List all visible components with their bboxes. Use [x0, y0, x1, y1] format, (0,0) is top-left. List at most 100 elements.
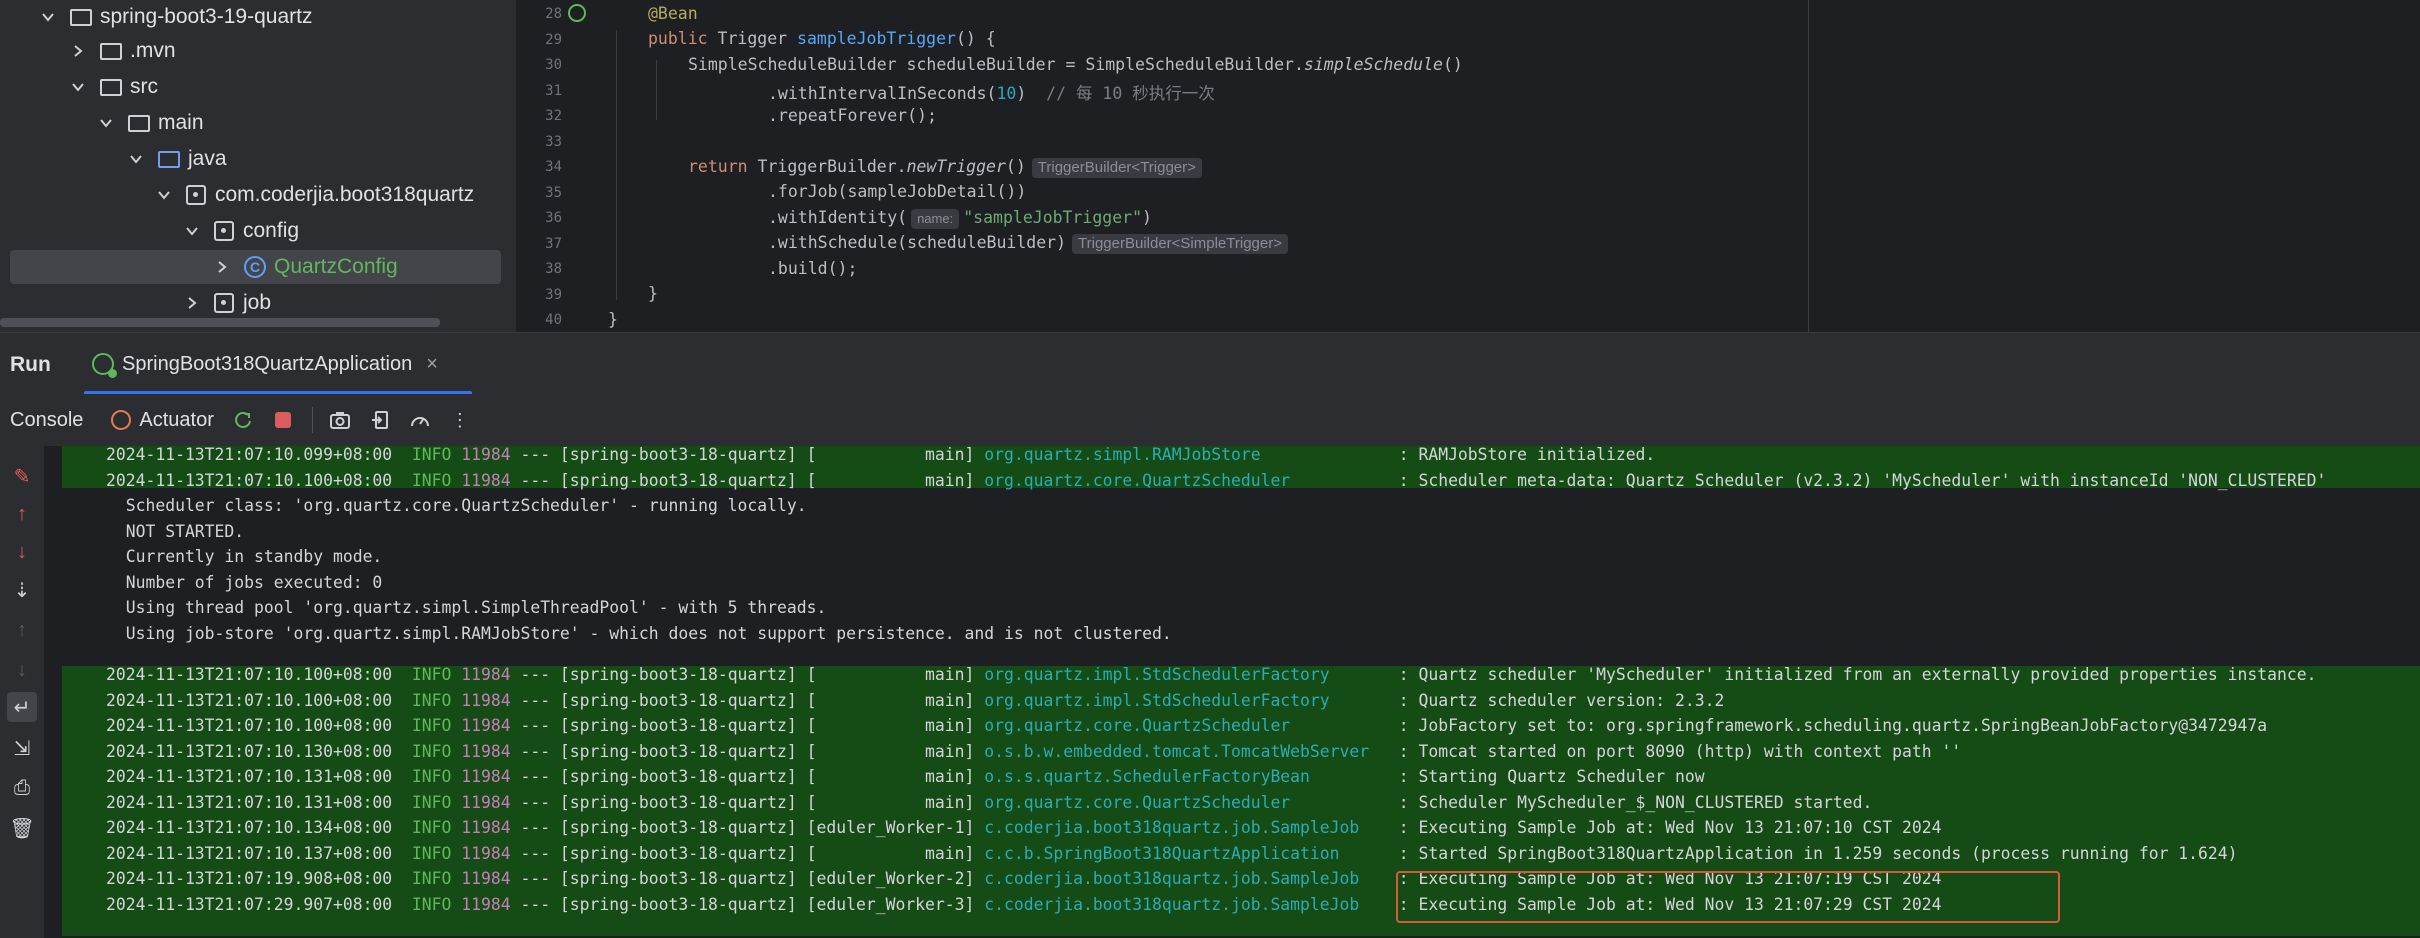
log-timestamp: 2024-11-13T21:07:10.100+08:00: [106, 716, 393, 735]
log-thread: --- [spring-boot3-18-quartz] [ main]: [510, 741, 985, 761]
log-timestamp: 2024-11-13T21:07:10.131+08:00: [106, 792, 393, 812]
chevron-down-icon[interactable]: [184, 223, 200, 239]
print-icon[interactable]: ⎙: [10, 776, 34, 800]
log-thread: --- [spring-boot3-18-quartz] [eduler_Wor…: [510, 818, 985, 837]
log-level: INFO: [392, 843, 462, 863]
close-icon[interactable]: ×: [426, 353, 438, 376]
profiler-icon[interactable]: [409, 409, 431, 431]
code-token: SimpleScheduleBuilder scheduleBuilder = …: [688, 55, 1304, 74]
log-timestamp: 2024-11-13T21:07:19.908+08:00: [106, 869, 393, 888]
code-line: .withIntervalInSeconds(10) // 每 10 秒执行一次: [768, 80, 1215, 104]
more-options-icon[interactable]: ⋮: [449, 409, 471, 431]
chevron-right-icon[interactable]: [214, 259, 230, 275]
chevron-right-icon[interactable]: [70, 43, 86, 59]
actuator-tab[interactable]: Actuator: [111, 409, 214, 432]
log-thread: --- [spring-boot3-18-quartz] [ main]: [510, 792, 985, 812]
chevron-down-icon[interactable]: [40, 9, 56, 25]
log-message: : Quartz scheduler version: 2.3.2: [1388, 690, 1725, 710]
log-thread: --- [spring-boot3-18-quartz] [ main]: [510, 446, 985, 464]
tree-item-mvn[interactable]: .mvn: [70, 34, 176, 68]
tree-item-main[interactable]: main: [98, 106, 204, 140]
chevron-right-icon[interactable]: [184, 295, 200, 311]
scroll-to-end-icon[interactable]: ⇲: [10, 736, 34, 760]
log-pid: 11984: [461, 716, 511, 735]
log-line: Using thread pool 'org.quartz.simpl.Simp…: [106, 598, 827, 617]
indent-guide: [656, 60, 657, 120]
code-token: ): [1016, 84, 1047, 103]
log-message: : Started SpringBoot318QuartzApplication…: [1388, 843, 2238, 863]
tree-item-java[interactable]: java: [128, 142, 227, 176]
run-config-tab[interactable]: SpringBoot318QuartzApplication ×: [84, 333, 472, 395]
console-tab[interactable]: Console: [10, 409, 83, 432]
log-thread: --- [spring-boot3-18-quartz] [ main]: [510, 843, 985, 863]
console-side-toolbar: ✎ ↑ ↓ ⇣ ↑ ↓ ↵ ⇲ ⎙ 🗑: [0, 446, 44, 938]
scroll-down-icon[interactable]: ↓: [10, 658, 34, 682]
tree-item-label: QuartzConfig: [274, 255, 398, 278]
log-pid: 11984: [461, 741, 511, 761]
tree-item-module[interactable]: spring-boot3-19-quartz: [40, 0, 312, 34]
trash-icon[interactable]: 🗑: [9, 816, 34, 840]
log-message: : Executing Sample Job at: Wed Nov 13 21…: [1388, 818, 1942, 837]
code-editor[interactable]: 28 29 30 31 32 33 34 35 36 37 38 39 40 @…: [516, 0, 2420, 332]
log-level: INFO: [392, 869, 462, 888]
code-token: .withIntervalInSeconds(: [768, 84, 997, 103]
arrow-down-icon[interactable]: ↓: [10, 540, 34, 564]
log-line: 2024-11-13T21:07:10.131+08:00 INFO 11984…: [106, 764, 1705, 789]
code-token: return: [688, 157, 748, 176]
rerun-icon[interactable]: [232, 409, 254, 431]
camera-icon[interactable]: [329, 409, 351, 431]
chevron-down-icon[interactable]: [98, 115, 114, 131]
soft-wrap-icon[interactable]: ↵: [7, 692, 37, 722]
tree-item-package-root[interactable]: com.coderjia.boot318quartz: [156, 178, 474, 212]
log-line: 2024-11-13T21:07:10.100+08:00 INFO 11984…: [106, 713, 2267, 738]
log-logger: org.quartz.core.QuartzScheduler: [984, 470, 1389, 490]
chevron-down-icon[interactable]: [156, 187, 172, 203]
clear-all-icon[interactable]: ✎: [10, 464, 34, 488]
log-pid: 11984: [461, 446, 511, 464]
log-pid: 11984: [461, 894, 511, 914]
toolbar-separator: [311, 407, 313, 433]
tree-item-src[interactable]: src: [70, 70, 158, 104]
spring-boot-run-icon: [92, 353, 117, 378]
sort-icon[interactable]: ⇣: [10, 578, 34, 602]
line-number: 28: [545, 6, 562, 22]
log-level: INFO: [392, 792, 462, 812]
chevron-down-icon[interactable]: [128, 151, 144, 167]
horizontal-scrollbar[interactable]: [0, 318, 440, 327]
log-logger: org.quartz.simpl.RAMJobStore: [984, 446, 1389, 464]
log-line: 2024-11-13T21:07:10.100+08:00 INFO 11984…: [106, 662, 2316, 687]
tree-item-quartzconfig[interactable]: C QuartzConfig: [10, 250, 501, 284]
log-logger: org.quartz.impl.StdSchedulerFactory: [984, 665, 1389, 684]
line-number: 30: [545, 57, 562, 73]
log-line: 2024-11-13T21:07:10.130+08:00 INFO 11984…: [106, 739, 1961, 764]
log-logger: o.s.s.quartz.SchedulerFactoryBean: [984, 767, 1389, 786]
spring-bean-gutter-icon[interactable]: [568, 4, 586, 22]
code-line: SimpleScheduleBuilder scheduleBuilder = …: [688, 55, 1463, 74]
scroll-up-icon[interactable]: ↑: [10, 618, 34, 642]
line-number: 32: [545, 108, 562, 124]
code-line: .repeatForever();: [768, 106, 937, 125]
log-line: Currently in standby mode.: [106, 547, 383, 566]
indent-guide: [616, 30, 617, 300]
login-icon[interactable]: [369, 409, 391, 431]
run-tool-window-header: Run SpringBoot318QuartzApplication ×: [0, 332, 2420, 395]
run-window-title: Run: [10, 353, 51, 376]
line-number: 29: [545, 32, 562, 48]
type-hint: TriggerBuilder<SimpleTrigger>: [1072, 234, 1288, 254]
tree-item-job[interactable]: job: [184, 286, 271, 320]
chevron-down-icon[interactable]: [70, 79, 86, 95]
stop-icon[interactable]: [272, 409, 294, 431]
log-timestamp: 2024-11-13T21:07:10.130+08:00: [106, 741, 393, 761]
code-token: 10: [996, 84, 1017, 103]
console-output[interactable]: 2024-11-13T21:07:10.099+08:00 INFO 11984…: [44, 446, 2420, 938]
log-message: : Scheduler MyScheduler_$_NON_CLUSTERED …: [1388, 792, 1873, 812]
tree-item-config[interactable]: config: [184, 214, 299, 248]
right-margin-guide: [1808, 0, 1809, 332]
code-line: @Bean: [648, 4, 698, 23]
line-gutter: 28 29 30 31 32 33 34 35 36 37 38 39 40: [516, 0, 594, 332]
code-string: "sampleJobTrigger": [963, 208, 1143, 227]
source-folder-icon: [158, 150, 180, 168]
log-thread: --- [spring-boot3-18-quartz] [ main]: [510, 767, 985, 786]
log-logger: org.quartz.core.QuartzScheduler: [984, 716, 1389, 735]
arrow-up-icon[interactable]: ↑: [10, 502, 34, 526]
